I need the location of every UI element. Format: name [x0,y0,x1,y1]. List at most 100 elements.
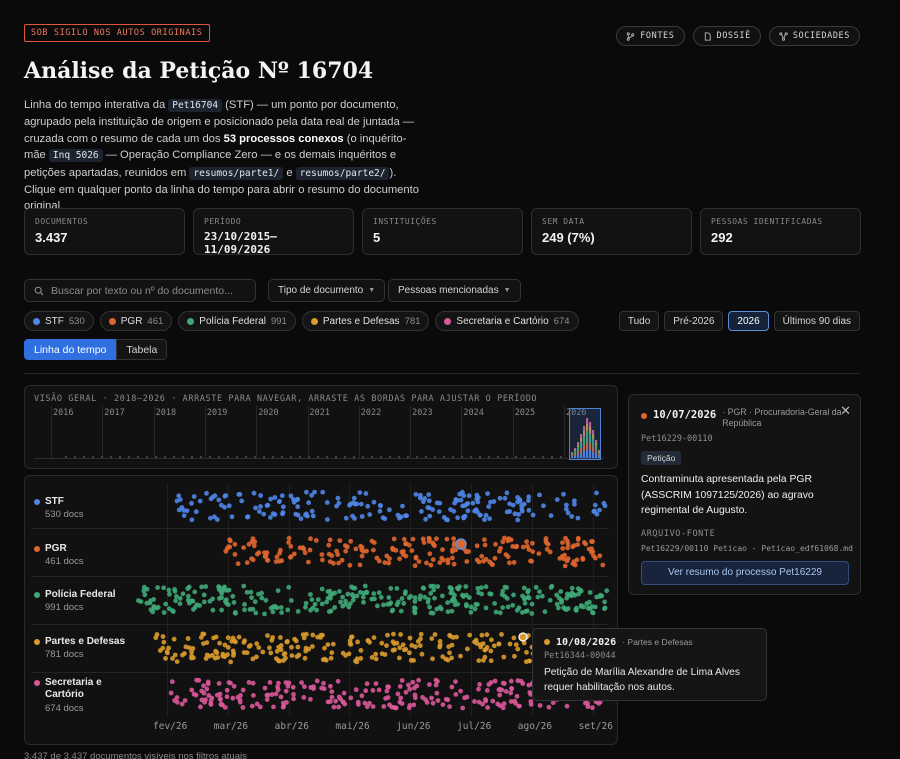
document-dot[interactable] [325,642,331,647]
document-dot[interactable] [154,605,160,611]
document-dot[interactable] [306,559,311,565]
document-dot[interactable] [151,597,157,602]
document-dot[interactable] [373,681,379,686]
document-dot[interactable] [185,597,191,603]
document-dot[interactable] [397,684,403,689]
document-dot[interactable] [501,701,507,706]
document-dot[interactable] [515,499,520,505]
document-dot[interactable] [274,554,280,560]
range-90-dias[interactable]: Últimos 90 dias [773,311,860,331]
document-dot[interactable] [485,705,490,710]
type-dropdown[interactable]: Tipo de documento ▼ [268,279,386,302]
document-dot[interactable] [602,606,607,612]
document-dot[interactable] [250,680,256,686]
document-dot[interactable] [529,611,535,616]
document-dot[interactable] [249,595,255,600]
document-dot[interactable] [537,589,542,595]
document-dot[interactable] [319,586,325,592]
document-dot[interactable] [179,701,185,707]
document-dot[interactable] [386,684,391,690]
document-dot[interactable] [440,702,446,707]
document-dot[interactable] [286,535,292,541]
document-dot[interactable] [514,543,520,549]
document-dot[interactable] [291,692,296,697]
document-dot[interactable] [278,635,283,640]
document-dot[interactable] [224,687,230,693]
document-dot[interactable] [508,537,514,543]
document-dot[interactable] [221,587,227,593]
document-dot[interactable] [335,552,341,557]
document-dot[interactable] [295,512,301,518]
document-dot[interactable] [249,556,255,561]
document-dot[interactable] [399,678,405,683]
document-dot[interactable] [308,685,314,690]
document-dot[interactable] [592,604,598,610]
document-dot[interactable] [529,601,535,607]
document-dot[interactable] [213,648,219,654]
document-dot[interactable] [544,540,550,546]
document-dot[interactable] [280,700,286,706]
document-dot[interactable] [412,563,418,569]
document-dot[interactable] [322,645,327,651]
document-dot[interactable] [267,645,272,651]
document-dot[interactable] [590,610,595,615]
document-dot[interactable] [254,551,260,557]
document-dot[interactable] [340,650,346,656]
document-dot[interactable] [353,687,359,693]
document-dot[interactable] [227,544,233,550]
document-dot[interactable] [371,635,377,640]
document-dot[interactable] [386,595,392,600]
document-dot[interactable] [302,684,307,690]
document-dot[interactable] [587,599,592,605]
document-dot[interactable] [233,610,238,615]
document-dot[interactable] [396,655,402,661]
document-dot[interactable] [438,606,444,612]
document-dot[interactable] [483,556,489,562]
document-dot[interactable] [417,643,423,649]
document-dot[interactable] [310,632,316,638]
document-dot[interactable] [475,495,481,500]
document-dot[interactable] [244,650,250,656]
document-dot[interactable] [168,690,174,696]
document-dot[interactable] [420,536,426,542]
document-dot[interactable] [250,656,256,662]
document-dot[interactable] [490,698,496,704]
document-dot[interactable] [473,637,479,643]
document-dot[interactable] [501,654,507,660]
document-dot[interactable] [237,699,243,705]
timeline-panel[interactable]: STF 530 docs PGR 461 docs Polícia Federal 9… [24,475,618,745]
document-dot[interactable] [180,652,185,658]
document-dot[interactable] [412,692,418,698]
document-dot[interactable] [253,505,258,511]
document-dot[interactable] [386,560,392,566]
document-dot[interactable] [359,553,365,559]
document-dot[interactable] [547,597,553,603]
document-dot[interactable] [296,652,302,658]
document-dot[interactable] [332,605,338,610]
document-dot[interactable] [206,693,212,698]
document-dot[interactable] [423,516,428,522]
document-dot[interactable] [197,603,203,608]
document-dot[interactable] [520,681,526,686]
document-dot[interactable] [564,502,569,508]
document-dot[interactable] [251,693,256,698]
document-dot[interactable] [283,688,289,694]
document-dot[interactable] [361,590,367,596]
document-dot[interactable] [461,515,467,521]
document-dot[interactable] [301,695,307,700]
document-dot[interactable] [308,536,313,542]
document-dot[interactable] [324,599,329,605]
document-dot[interactable] [418,593,423,599]
document-dot[interactable] [228,659,234,665]
document-dot[interactable] [450,597,456,602]
document-dot[interactable] [264,503,270,508]
document-dot[interactable] [523,609,529,614]
document-dot[interactable] [371,547,376,553]
document-dot[interactable] [253,610,259,616]
document-dot[interactable] [273,691,279,697]
document-dot[interactable] [220,702,225,708]
document-dot[interactable] [272,495,278,500]
range-tudo[interactable]: Tudo [618,311,660,331]
document-dot[interactable] [358,501,364,507]
document-dot[interactable] [498,545,503,551]
